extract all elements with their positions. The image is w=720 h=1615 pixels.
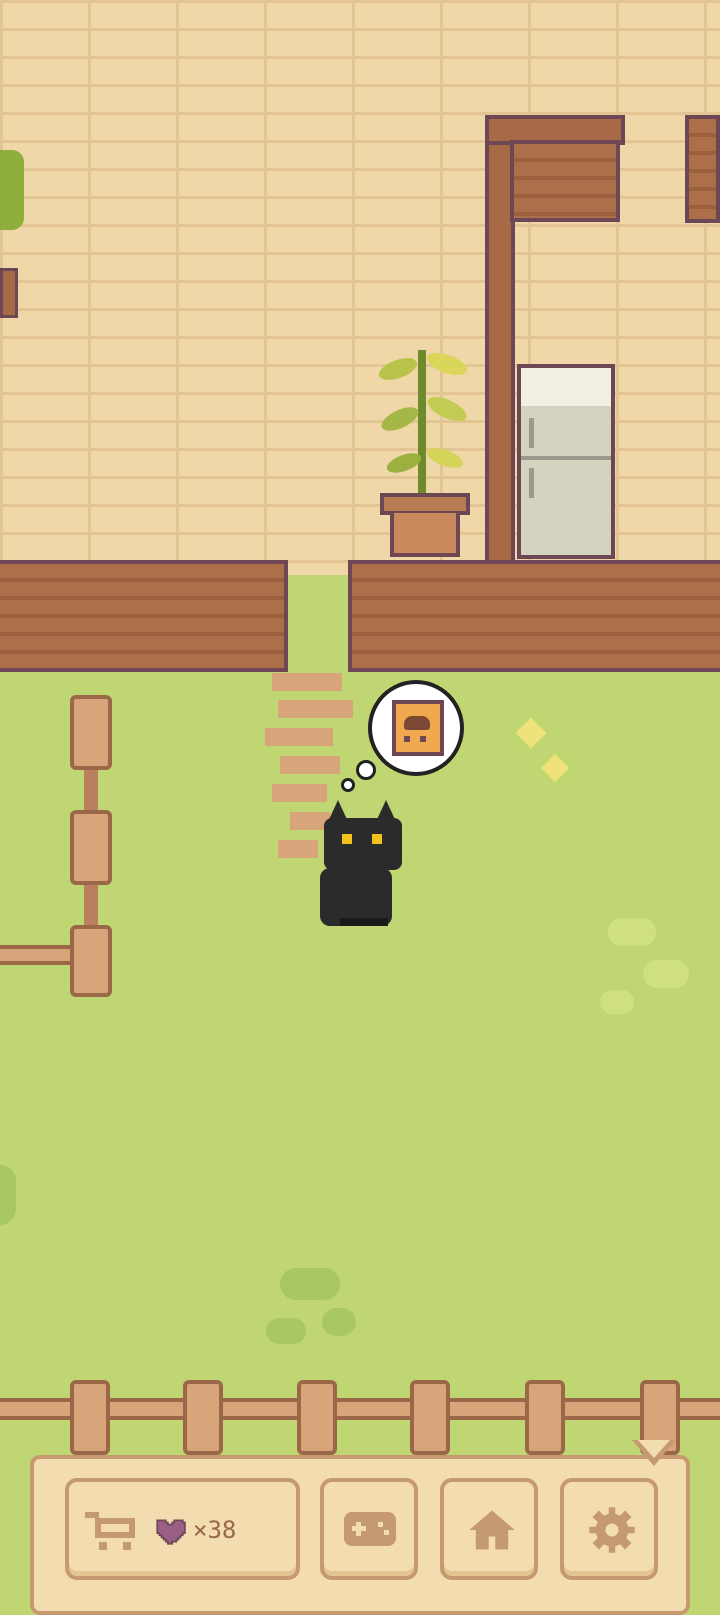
grass-patch xyxy=(643,960,689,988)
step xyxy=(278,700,353,718)
grass-patch-dark xyxy=(266,1318,306,1344)
pot xyxy=(390,513,460,557)
settings-button[interactable] xyxy=(560,1478,658,1580)
cart-icon xyxy=(85,1508,139,1552)
step xyxy=(280,756,340,774)
plant-left-edge xyxy=(0,150,24,230)
cat-eye-right xyxy=(372,834,382,844)
fridge[interactable] xyxy=(517,364,615,559)
fence-post xyxy=(70,1380,110,1455)
grass-patch-dark xyxy=(322,1308,356,1336)
cat-eye-left xyxy=(342,834,352,844)
thought-dot-medium xyxy=(356,760,376,780)
step xyxy=(278,840,318,858)
heart-count: ×38 xyxy=(193,1516,237,1544)
pot-left-edge xyxy=(0,268,18,318)
fence-post xyxy=(410,1380,450,1455)
heart-icon xyxy=(153,1514,187,1548)
step xyxy=(272,784,327,802)
fence-rail xyxy=(0,945,80,965)
gamepad-icon xyxy=(344,1512,396,1546)
grass-patch xyxy=(600,990,634,1014)
house-icon xyxy=(466,1504,518,1556)
fence-post xyxy=(525,1380,565,1455)
fence-post xyxy=(183,1380,223,1455)
pot-rim xyxy=(380,493,470,515)
toolbar-toggle-inner xyxy=(638,1440,670,1458)
wall-cabinet-right xyxy=(685,115,720,223)
fence-post xyxy=(70,810,112,885)
fence-post xyxy=(70,695,112,770)
grass-patch xyxy=(608,918,656,946)
gear-icon xyxy=(586,1504,638,1556)
fence-post xyxy=(70,925,112,997)
wall-cabinet xyxy=(510,140,620,222)
games-button[interactable] xyxy=(320,1478,418,1580)
shop-button[interactable]: ×38 xyxy=(65,1478,300,1580)
counter-left xyxy=(0,560,288,672)
step xyxy=(272,673,342,691)
black-cat[interactable] xyxy=(320,800,408,930)
fence-post xyxy=(297,1380,337,1455)
step xyxy=(265,728,333,746)
bush-edge xyxy=(0,1165,16,1225)
thought-bubble[interactable] xyxy=(368,680,464,776)
food-bag-icon xyxy=(392,700,444,756)
potted-plant[interactable] xyxy=(376,340,470,510)
grass-patch-dark xyxy=(280,1268,340,1300)
home-button[interactable] xyxy=(440,1478,538,1580)
thought-dot-small xyxy=(341,778,355,792)
counter-right xyxy=(348,560,720,672)
